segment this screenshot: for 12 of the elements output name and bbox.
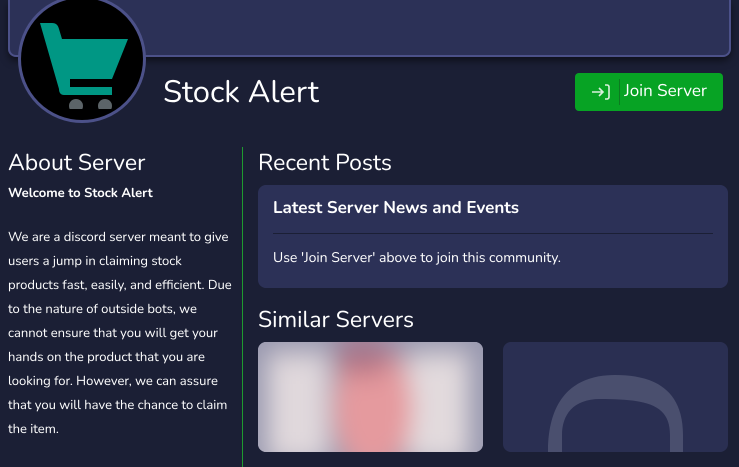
server-placeholder-icon [548, 375, 683, 452]
post-title: Latest Server News and Events [273, 197, 713, 234]
welcome-text: Welcome to Stock Alert [8, 183, 154, 203]
similar-servers-heading: Similar Servers [258, 306, 416, 336]
post-body: Use 'Join Server' above to join this community. [273, 248, 562, 268]
about-description: We are a discord server meant to give users a jump in claiming stock products fast, easily, and efficient. Due to the nature of outside bots, we cannot ensure that you will get your hands on the product that you are looking for. However, we can assure that you will have the chance to claim the item. [8, 227, 232, 440]
recent-posts-heading: Recent Posts [258, 149, 393, 179]
server-name: Stock Alert [163, 72, 319, 112]
sign-in-icon [591, 83, 612, 101]
about-heading: About Server [8, 149, 146, 179]
server-card[interactable] [503, 342, 728, 452]
join-server-button[interactable]: Join Server [575, 73, 723, 111]
